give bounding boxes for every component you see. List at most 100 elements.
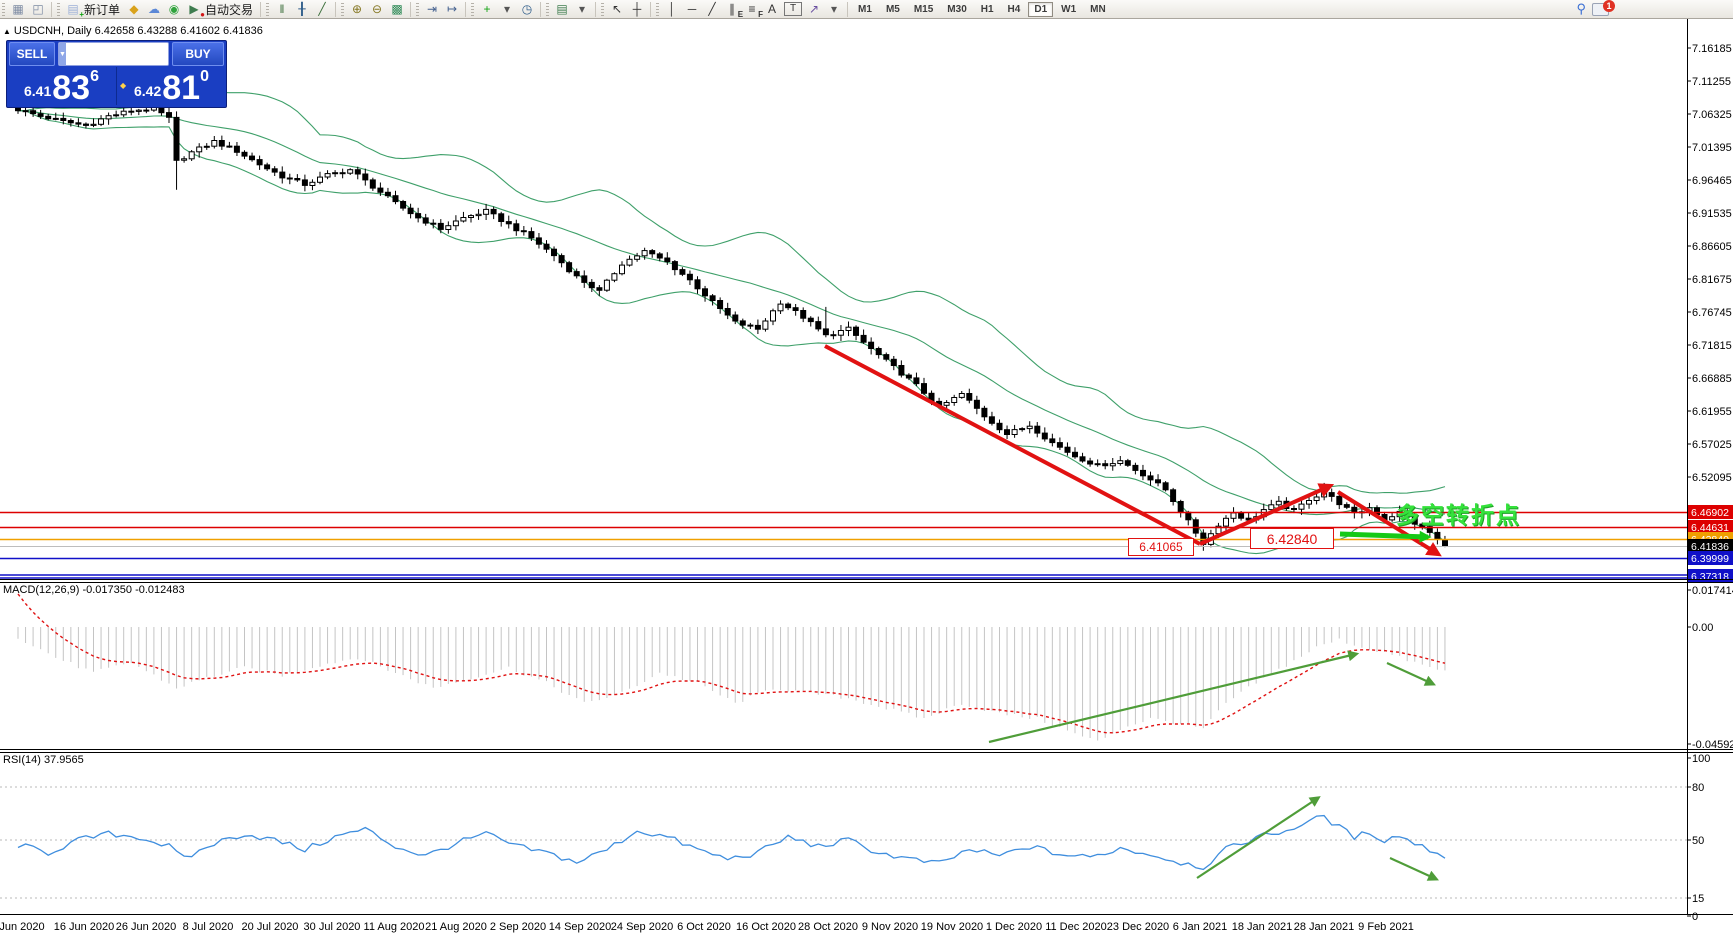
svg-text:-0.045929: -0.045929 bbox=[1692, 739, 1733, 751]
timeframe-button-m1[interactable]: M1 bbox=[852, 2, 878, 17]
timeframe-button-h4[interactable]: H4 bbox=[1002, 2, 1027, 17]
period-clock-icon[interactable]: ◷ bbox=[517, 1, 537, 17]
data-preview-icon[interactable]: ◰ bbox=[28, 1, 48, 17]
svg-text:11 Dec 2020: 11 Dec 2020 bbox=[1045, 921, 1107, 933]
trade-prices-row: 6.41 83 6 ◆ 6.42 81 0 bbox=[7, 67, 226, 105]
toolbar-grip bbox=[471, 3, 474, 16]
volume-input[interactable] bbox=[66, 43, 169, 65]
search-icon[interactable]: ⚲ bbox=[1576, 1, 1586, 17]
toolbar-grip bbox=[546, 3, 549, 16]
mql5-cloud-icon[interactable]: ☁ bbox=[144, 1, 164, 17]
notification-badge: 1 bbox=[1603, 0, 1615, 12]
rsi-panel: 1008050150 bbox=[0, 753, 1710, 923]
svg-text:19 Nov 2020: 19 Nov 2020 bbox=[921, 921, 983, 933]
sell-button[interactable]: SELL bbox=[9, 42, 55, 66]
svg-text:9 Nov 2020: 9 Nov 2020 bbox=[862, 921, 918, 933]
toolbar-separator bbox=[410, 2, 411, 17]
toolbar-grip bbox=[656, 3, 659, 16]
crosshair-icon[interactable]: ┼ bbox=[627, 1, 647, 17]
svg-text:28 Oct 2020: 28 Oct 2020 bbox=[798, 921, 858, 933]
expert-advisors-icon[interactable]: ◆ bbox=[124, 1, 144, 17]
horizontal-line-icon[interactable]: ─ bbox=[682, 1, 702, 17]
volume-down-button[interactable]: ▼ bbox=[59, 43, 66, 65]
text-label-icon[interactable]: T bbox=[784, 2, 802, 16]
rsi-indicator-label: RSI(14) 37.9565 bbox=[3, 754, 84, 766]
timeframe-button-h1[interactable]: H1 bbox=[975, 2, 1000, 17]
svg-text:6 Jan 2021: 6 Jan 2021 bbox=[1173, 921, 1227, 933]
one-click-trading-panel: SELL ▼ ▲ BUY 6.41 83 6 ◆ 6.42 81 0 bbox=[6, 40, 227, 108]
text-icon[interactable]: A bbox=[762, 1, 782, 17]
trendline-icon[interactable]: ╱ bbox=[702, 1, 722, 17]
chart-profile-icon[interactable]: ▤ bbox=[552, 1, 572, 17]
candles bbox=[16, 103, 1448, 551]
annotation-price-label-mid[interactable]: 6.42840 bbox=[1250, 528, 1334, 549]
charts-window-icon[interactable]: ▦ bbox=[8, 1, 28, 17]
panel-splitters[interactable] bbox=[0, 19, 1733, 915]
annotations[interactable] bbox=[825, 346, 1438, 879]
svg-text:9 Feb 2021: 9 Feb 2021 bbox=[1358, 921, 1414, 933]
svg-text:7.16185: 7.16185 bbox=[1692, 43, 1732, 55]
svg-text:6 Oct 2020: 6 Oct 2020 bbox=[677, 921, 731, 933]
svg-text:Jun 2020: Jun 2020 bbox=[0, 921, 45, 933]
volume-control: ▼ ▲ bbox=[58, 42, 169, 66]
toolbar-grip bbox=[416, 3, 419, 16]
timeframe-button-d1[interactable]: D1 bbox=[1028, 2, 1053, 17]
svg-text:16 Jun 2020: 16 Jun 2020 bbox=[54, 921, 115, 933]
timeframe-button-m30[interactable]: M30 bbox=[941, 2, 972, 17]
toolbar-separator bbox=[335, 2, 336, 17]
bar-chart-icon[interactable]: ‖ bbox=[272, 1, 292, 17]
dropdown-caret-icon[interactable]: ▾ bbox=[824, 1, 844, 17]
chart-canvas[interactable]: 6.469026.446316.428406.418366.399996.373… bbox=[0, 0, 1733, 941]
new-order-icon[interactable]: ▤+ bbox=[63, 1, 83, 17]
svg-text:7.11255: 7.11255 bbox=[1692, 76, 1731, 88]
timeframe-button-mn[interactable]: MN bbox=[1084, 2, 1112, 17]
zoom-out-icon[interactable]: ⊖ bbox=[367, 1, 387, 17]
svg-text:7.06325: 7.06325 bbox=[1692, 109, 1732, 121]
auto-trading-icon[interactable]: ▶● bbox=[184, 1, 204, 17]
svg-text:28 Jan 2021: 28 Jan 2021 bbox=[1294, 921, 1355, 933]
annotation-price-label-low[interactable]: 6.41065 bbox=[1128, 538, 1194, 556]
zoom-in-icon[interactable]: ⊕ bbox=[347, 1, 367, 17]
svg-text:14 Sep 2020: 14 Sep 2020 bbox=[549, 921, 611, 933]
notifications-icon[interactable]: 1 bbox=[1592, 3, 1609, 16]
buy-price[interactable]: ◆ 6.42 81 0 bbox=[117, 67, 226, 105]
buy-button[interactable]: BUY bbox=[172, 42, 224, 66]
timeframe-button-w1[interactable]: W1 bbox=[1055, 2, 1082, 17]
timeframe-button-m15[interactable]: M15 bbox=[908, 2, 939, 17]
signals-icon[interactable]: ◉ bbox=[164, 1, 184, 17]
timeframe-button-m5[interactable]: M5 bbox=[880, 2, 906, 17]
dropdown-caret-icon[interactable]: ▾ bbox=[572, 1, 592, 17]
sell-price[interactable]: 6.41 83 6 bbox=[7, 67, 117, 105]
vertical-line-icon[interactable]: │ bbox=[662, 1, 682, 17]
equidistant-channel-icon[interactable]: ∥E bbox=[722, 1, 742, 17]
cursor-icon[interactable]: ↖ bbox=[607, 1, 627, 17]
svg-text:6.46902: 6.46902 bbox=[1691, 507, 1729, 519]
toolbar-separator bbox=[260, 2, 261, 17]
symbol-title: ▲USDCNH, Daily 6.42658 6.43288 6.41602 6… bbox=[3, 25, 263, 37]
svg-text:6.81675: 6.81675 bbox=[1692, 274, 1732, 286]
bollinger-bands bbox=[18, 92, 1445, 554]
svg-text:30 Jul 2020: 30 Jul 2020 bbox=[304, 921, 361, 933]
main-toolbar: ▦◰▤+新订单◆☁◉▶●自动交易‖╂╱⊕⊖▩⇥↦+▾◷▤▾↖┼│─╱∥E≡FAT… bbox=[0, 0, 1733, 19]
buy-price-big: 81 bbox=[162, 73, 200, 103]
arrows-icon[interactable]: ↗ bbox=[804, 1, 824, 17]
svg-text:7.01395: 7.01395 bbox=[1692, 142, 1732, 154]
svg-text:6.61955: 6.61955 bbox=[1692, 406, 1732, 418]
svg-text:100: 100 bbox=[1692, 753, 1710, 765]
fibonacci-icon[interactable]: ≡F bbox=[742, 1, 762, 17]
svg-text:23 Dec 2020: 23 Dec 2020 bbox=[1107, 921, 1169, 933]
line-chart-icon[interactable]: ╱ bbox=[312, 1, 332, 17]
svg-text:8 Jul 2020: 8 Jul 2020 bbox=[183, 921, 234, 933]
auto-scroll-icon[interactable]: ⇥ bbox=[422, 1, 442, 17]
candlestick-chart-icon[interactable]: ╂ bbox=[292, 1, 312, 17]
tile-windows-icon[interactable]: ▩ bbox=[387, 1, 407, 17]
annotation-green-text[interactable]: 多空转折点 bbox=[1396, 496, 1521, 530]
dropdown-caret-icon[interactable]: ▾ bbox=[497, 1, 517, 17]
chart-shift-icon[interactable]: ↦ bbox=[442, 1, 462, 17]
toolbar-separator bbox=[847, 2, 848, 17]
svg-text:6.86605: 6.86605 bbox=[1692, 241, 1732, 253]
svg-text:6.71815: 6.71815 bbox=[1692, 340, 1732, 352]
svg-text:0: 0 bbox=[1692, 911, 1698, 923]
add-indicator-icon[interactable]: + bbox=[477, 1, 497, 17]
sell-price-big: 83 bbox=[52, 73, 90, 103]
